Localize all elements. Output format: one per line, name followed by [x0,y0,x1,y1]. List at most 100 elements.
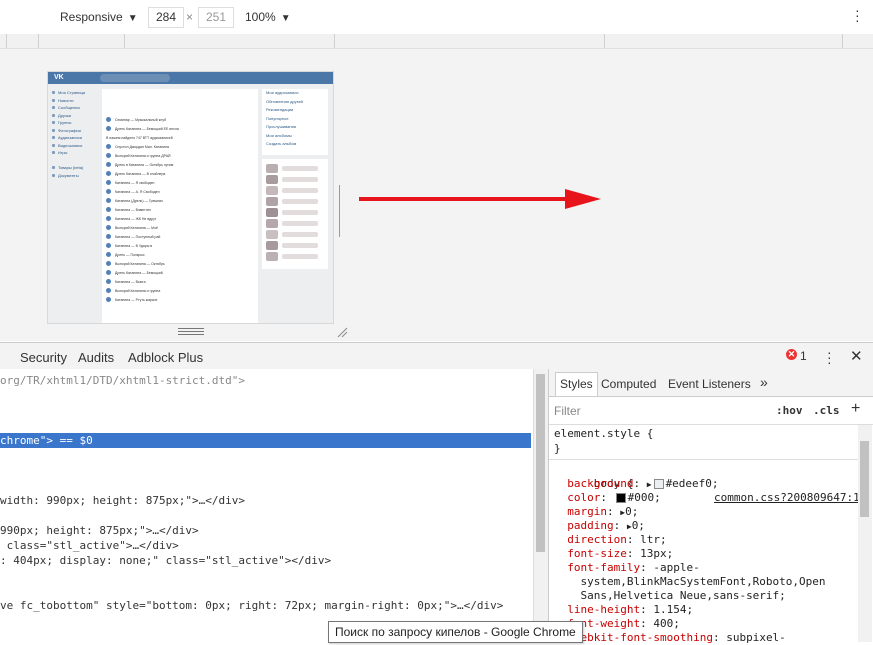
play-icon[interactable] [106,252,111,257]
style-declaration[interactable]: line-height: 1.154; [554,603,693,617]
cls-toggle[interactable]: .cls [813,404,840,417]
device-select[interactable]: Responsive ▼ [60,10,138,24]
style-declaration[interactable]: color: #000; [554,491,661,505]
style-declaration[interactable]: font-family: -apple- [554,561,699,575]
dom-node-line[interactable]: width: 990px; height: 875px;">…</div> [0,493,245,508]
style-declaration[interactable]: margin: ▶0; [554,505,638,519]
vk-track-row[interactable]: Дрель Катанина — Бемоцкий [102,268,258,277]
tab-audits[interactable]: Audits [78,350,114,365]
hov-toggle[interactable]: :hov [776,404,803,417]
vk-track-row[interactable]: Выпорий Катанина и группа ДРАЙ [102,151,258,160]
dom-node-line[interactable]: : 404px; display: none;" class="stl_acti… [0,553,331,568]
play-icon[interactable] [106,198,111,203]
emulated-page[interactable]: VK Моя Страница Новости Сообщения Друзья Гру… [47,71,334,324]
vk-nav-item[interactable]: Документы [52,172,98,180]
vk-track-row[interactable]: Катанина — Я свободен [102,178,258,187]
vk-track-row[interactable]: Катанина — Взвинтил [102,205,258,214]
style-declaration[interactable]: direction: ltr; [554,533,666,547]
vk-nav-item[interactable]: Видеозаписи [52,142,98,150]
play-icon[interactable] [106,270,111,275]
play-icon[interactable] [106,288,111,293]
more-options-icon[interactable]: · · · [827,345,832,369]
vk-nav-item[interactable]: Друзья [52,112,98,120]
media-query-ruler[interactable] [0,34,873,49]
play-icon[interactable] [106,153,111,158]
vk-track-row[interactable]: Катанина — ЖК Не вдруг [102,214,258,223]
vk-track-row[interactable]: Выпорий Катанина и группа [102,286,258,295]
vk-nav-item[interactable]: Фотографии [52,127,98,135]
vk-track-row[interactable]: Выпорий Катанина — Моё [102,223,258,232]
play-icon[interactable] [106,189,111,194]
style-declaration[interactable]: Sans,Helvetica Neue,sans-serif; [554,589,786,603]
tab-computed[interactable]: Computed [601,377,656,391]
vk-menu-item[interactable]: Мои альбомы [262,132,328,141]
vk-menu-item[interactable]: Обновления друзей [262,98,328,107]
play-icon[interactable] [106,207,111,212]
style-declaration[interactable]: -webkit-font-smoothing: subpixel- [554,631,786,645]
vk-track-row[interactable]: Выпорий Катанина — Октябрь [102,259,258,268]
vk-track-row[interactable]: Семинар — Музыкальный клуб [102,115,258,124]
resize-handle-bottom-icon[interactable] [178,328,204,335]
play-icon[interactable] [106,261,111,266]
tab-styles[interactable]: Styles [555,372,598,396]
vk-nav-item[interactable]: Новости [52,97,98,105]
vk-track-row[interactable]: Катанина — Вьюга [102,277,258,286]
styles-scrollbar[interactable] [858,425,872,642]
resize-corner-icon[interactable] [336,326,348,338]
vk-menu-item[interactable]: Прослушивания [262,123,328,132]
close-devtools-icon[interactable]: ✕ [850,347,863,365]
vk-nav-item[interactable]: Моя Страница [52,89,98,97]
vk-menu-item[interactable]: Популярное [262,115,328,124]
vk-nav-item[interactable]: Аудиозаписи [52,134,98,142]
height-input[interactable]: 251 [198,7,235,28]
play-icon[interactable] [106,171,111,176]
play-icon[interactable] [106,180,111,185]
vk-search-input[interactable] [100,74,170,82]
play-icon[interactable] [106,225,111,230]
error-count[interactable]: 1 [800,349,807,363]
color-swatch-icon[interactable] [653,479,664,489]
selected-node-line[interactable]: chrome"> == $0 [0,433,531,448]
width-input[interactable]: 284 [148,7,185,28]
tab-adblock-plus[interactable]: Adblock Plus [128,350,203,365]
play-icon[interactable] [106,126,111,131]
play-icon[interactable] [106,279,111,284]
vk-track-row[interactable]: Катанина (Дрель) — Грешник [102,196,258,205]
style-declaration[interactable]: font-size: 13px; [554,547,673,561]
play-icon[interactable] [106,243,111,248]
play-icon[interactable] [106,234,111,239]
play-icon[interactable] [106,117,111,122]
play-icon[interactable] [106,144,111,149]
vk-track-row[interactable]: Дрель Катанина — В спойлера [102,169,258,178]
dom-node-line[interactable]: ve fc_tobottom" style="bottom: 0px; righ… [0,598,503,613]
vk-menu-item[interactable]: Создать альбом [262,140,328,149]
color-swatch-icon[interactable] [615,493,626,503]
body-rule-header[interactable]: body { common.css?200809647:1 [554,463,860,504]
vk-track-row[interactable]: В нашем найдено 747 ВТТ аудиозаписей [102,133,258,142]
play-icon[interactable] [106,162,111,167]
vk-track-row[interactable]: Дрель в Катанинa — Октябрь пугим [102,160,258,169]
vk-track-row[interactable]: Дрель — Полкрыс [102,250,258,259]
vk-nav-item[interactable] [52,157,98,165]
tab-event-listeners[interactable]: Event Listeners [668,377,751,391]
doctype-line[interactable]: org/TR/xhtml1/DTD/xhtml1-strict.dtd"> [0,373,245,388]
vk-track-row[interactable]: Дрель Катанина — Бемоцкий ЕЕ ипсла [102,124,258,133]
more-tabs-icon[interactable]: » [760,374,768,390]
rule-source-link[interactable]: common.css?200809647:1 [714,491,860,505]
style-declaration[interactable]: padding: ▶0; [554,519,645,533]
vk-nav-item[interactable]: Товары (beta) [52,164,98,172]
style-declaration[interactable]: background: ▶ #edeef0; [554,477,718,491]
vk-track-row[interactable]: Катанина — В Удары в [102,241,258,250]
error-icon[interactable]: ✕ [786,349,797,360]
play-icon[interactable] [106,297,111,302]
style-declaration[interactable]: system,BlinkMacSystemFont,Roboto,Open [554,575,826,589]
new-rule-icon[interactable]: + [851,400,860,418]
expand-arrow-icon[interactable]: ▶ [647,480,652,489]
tab-security[interactable]: Security [20,350,67,365]
vk-nav-item[interactable]: Игры [52,149,98,157]
vk-nav-item[interactable]: Сообщения [52,104,98,112]
dom-node-line[interactable]: class="stl_active">…</div> [0,538,179,553]
filter-input[interactable]: Filter [554,404,581,418]
vk-track-row[interactable]: Катанина — Поступный рай [102,232,258,241]
vk-track-row[interactable]: Катанина — А. Я Свободен [102,187,258,196]
